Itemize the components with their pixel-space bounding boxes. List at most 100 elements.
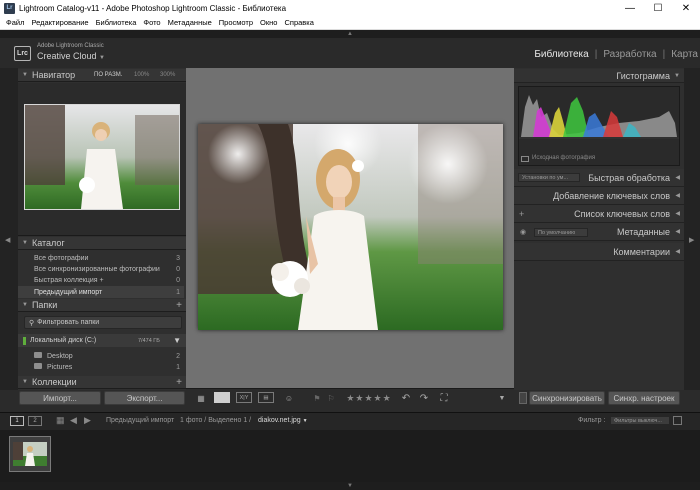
people-view-icon[interactable]: ☺ bbox=[282, 392, 296, 404]
module-picker: Библиотека | Разработка | Карта bbox=[528, 47, 700, 61]
menu-photo[interactable]: Фото bbox=[143, 18, 160, 27]
filter-label: Фильтр : bbox=[578, 417, 606, 424]
volume-local-disk[interactable]: Локальный диск (C:) 7/474 ГБ ▼ bbox=[18, 334, 186, 347]
keywording-header[interactable]: Добавление ключевых слов ◀ bbox=[514, 187, 684, 205]
triangle-left-icon: ◀ bbox=[675, 229, 680, 235]
menu-library[interactable]: Библиотека bbox=[96, 18, 137, 27]
arrow-left-icon: ◀ bbox=[5, 237, 11, 244]
auto-sync-switch[interactable] bbox=[519, 392, 527, 404]
list-item-label: Все синхронизированные фотографии bbox=[34, 265, 160, 273]
sync-button[interactable]: Синхронизировать bbox=[529, 391, 605, 405]
keyword-list-header[interactable]: + Список ключевых слов ◀ bbox=[514, 205, 684, 223]
catalog-header[interactable]: ▼ Каталог bbox=[18, 237, 186, 250]
lrc-logo: Lrc bbox=[14, 46, 31, 61]
add-keyword-icon[interactable]: + bbox=[519, 209, 524, 219]
window-titlebar: Lr Lightroom Catalog-v11 - Adobe Photosh… bbox=[0, 0, 700, 16]
back-arrow-icon[interactable]: ◀ bbox=[70, 415, 77, 426]
compare-view-button[interactable]: X|Y bbox=[236, 392, 252, 403]
list-item-count: 1 bbox=[176, 363, 180, 371]
divider bbox=[18, 235, 186, 236]
import-button[interactable]: Импорт... bbox=[19, 391, 101, 405]
primary-window-button[interactable]: 1 bbox=[10, 416, 24, 426]
navigator-header[interactable]: ▼ Навигатор ПО РАЗМ. 100% 300% bbox=[18, 69, 186, 82]
photo-bride-blossoms bbox=[198, 124, 503, 330]
loupe-view-button[interactable] bbox=[214, 392, 230, 403]
histogram-header[interactable]: Гистограмма ▼ bbox=[514, 69, 684, 83]
menu-metadata[interactable]: Метаданные bbox=[168, 18, 212, 27]
list-item-label: Быстрая коллекция + bbox=[34, 276, 104, 284]
add-folder-icon[interactable]: + bbox=[176, 300, 182, 311]
close-button[interactable]: ✕ bbox=[672, 0, 700, 16]
comments-header[interactable]: Комментарии ◀ bbox=[514, 243, 684, 261]
filmstrip-source[interactable]: Предыдущий импорт bbox=[106, 417, 174, 424]
app-icon: Lr bbox=[4, 2, 15, 14]
grid-icon[interactable]: ▦ bbox=[56, 415, 65, 426]
keyword-list-title: Список ключевых слов bbox=[574, 208, 670, 219]
filmstrip-filename[interactable]: diakov.net.jpg ▼ bbox=[258, 417, 308, 424]
navigator-preview[interactable] bbox=[24, 104, 180, 210]
module-map[interactable]: Карта bbox=[665, 49, 700, 60]
list-item-label: Все фотографии bbox=[34, 254, 89, 262]
rotate-right-icon[interactable]: ↷ bbox=[418, 392, 430, 404]
crop-icon[interactable]: ⛶ bbox=[437, 392, 451, 404]
grid-view-icon[interactable]: ▦ bbox=[193, 392, 209, 404]
survey-view-button[interactable]: ▤ bbox=[258, 392, 274, 403]
flag-icon[interactable]: ⚑ bbox=[312, 392, 322, 404]
top-panel-toggle[interactable]: ▲ bbox=[0, 30, 700, 38]
right-panel-edge[interactable]: ▶ bbox=[684, 68, 700, 390]
list-item-count: 0 bbox=[176, 265, 180, 273]
collections-header[interactable]: ▼ Коллекции + bbox=[18, 376, 186, 389]
catalog-item-quick-collection[interactable]: Быстрая коллекция + 0 bbox=[18, 274, 184, 286]
menu-view[interactable]: Просмотр bbox=[219, 18, 253, 27]
left-panel-edge[interactable]: ◀ bbox=[0, 68, 18, 390]
rotate-left-icon[interactable]: ↶ bbox=[400, 392, 412, 404]
module-develop[interactable]: Разработка bbox=[597, 49, 662, 60]
thumbnail-photo bbox=[13, 442, 47, 466]
filter-folders-placeholder: Фильтровать папки bbox=[37, 319, 100, 326]
catalog-item-previous-import[interactable]: Предыдущий импорт 1 bbox=[18, 286, 184, 298]
histogram bbox=[518, 86, 680, 166]
original-photo-checkbox[interactable] bbox=[521, 156, 529, 162]
folder-icon bbox=[34, 363, 42, 369]
zoom-100-option[interactable]: 100% bbox=[134, 72, 149, 78]
saved-preset-select[interactable]: Установки по ум... bbox=[518, 173, 580, 182]
menu-help[interactable]: Справка bbox=[284, 18, 313, 27]
filmstrip-thumbnail[interactable] bbox=[9, 436, 51, 472]
star-rating[interactable]: ★★★★★ bbox=[344, 392, 394, 404]
brand-line2: Creative Cloud ▼ bbox=[37, 51, 105, 61]
triangle-left-icon: ◀ bbox=[675, 249, 680, 255]
zoom-fit-option[interactable]: ПО РАЗМ. bbox=[94, 72, 122, 78]
module-library[interactable]: Библиотека bbox=[528, 49, 594, 60]
bottom-panel-toggle[interactable]: ▼ bbox=[0, 482, 700, 490]
secondary-window-button[interactable]: 2 bbox=[28, 416, 42, 426]
arrow-right-icon: ▶ bbox=[689, 237, 695, 244]
toolbar-menu-chevron-icon[interactable]: ▼ bbox=[496, 392, 508, 404]
metadata-title: Метаданные bbox=[616, 226, 670, 237]
filmstrip bbox=[0, 430, 700, 482]
menu-window[interactable]: Окно bbox=[260, 18, 277, 27]
list-item-count: 0 bbox=[176, 276, 180, 284]
forward-arrow-icon[interactable]: ▶ bbox=[84, 415, 91, 426]
list-item-count: 1 bbox=[176, 288, 180, 296]
triangle-left-icon: ◀ bbox=[675, 193, 680, 199]
reject-flag-icon[interactable]: ⚐ bbox=[326, 392, 336, 404]
minimize-button[interactable]: — bbox=[616, 0, 644, 16]
metadata-preset-select[interactable]: По умолчанию bbox=[534, 228, 588, 237]
menu-file[interactable]: Файл bbox=[6, 18, 24, 27]
filter-lock-icon[interactable] bbox=[673, 416, 682, 425]
add-collection-icon[interactable]: + bbox=[176, 377, 182, 388]
folders-header[interactable]: ▼ Папки + bbox=[18, 299, 186, 312]
filter-select[interactable]: Фильтры выключ... bbox=[610, 416, 670, 425]
menu-edit[interactable]: Редактирование bbox=[31, 18, 88, 27]
comments-title: Комментарии bbox=[613, 246, 670, 257]
folder-item-pictures[interactable]: Pictures 1 bbox=[18, 361, 184, 373]
sync-settings-button[interactable]: Синхр. настроек bbox=[608, 391, 680, 405]
maximize-button[interactable]: ☐ bbox=[644, 0, 672, 16]
arrow-down-icon: ▼ bbox=[347, 483, 353, 489]
main-photo[interactable] bbox=[198, 124, 503, 330]
triangle-down-icon: ▼ bbox=[22, 302, 28, 308]
filter-folders-field[interactable]: ⚲ Фильтровать папки bbox=[24, 316, 182, 329]
export-button[interactable]: Экспорт... bbox=[104, 391, 185, 405]
disk-label: Локальный диск (C:) bbox=[30, 337, 97, 344]
zoom-300-option[interactable]: 300% bbox=[160, 72, 175, 78]
